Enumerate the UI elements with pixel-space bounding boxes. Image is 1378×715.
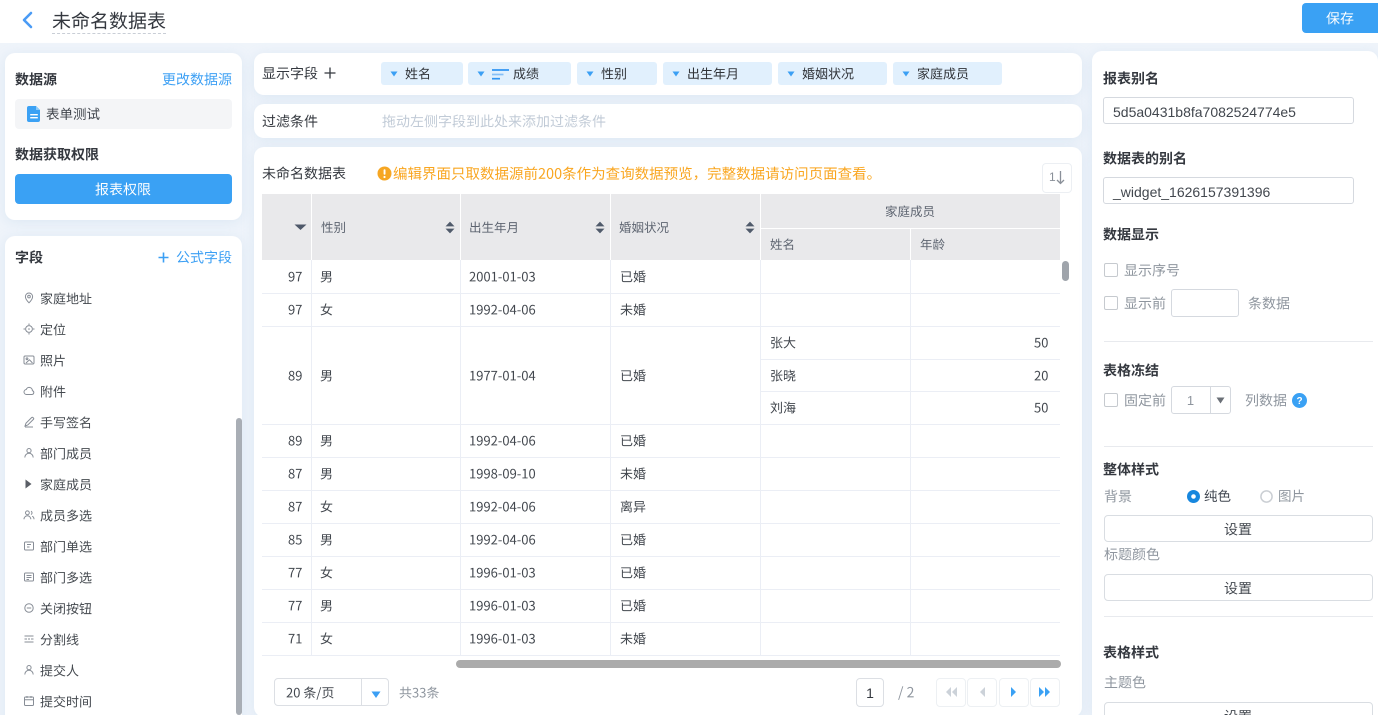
svg-text:?: ? [1296, 396, 1302, 407]
